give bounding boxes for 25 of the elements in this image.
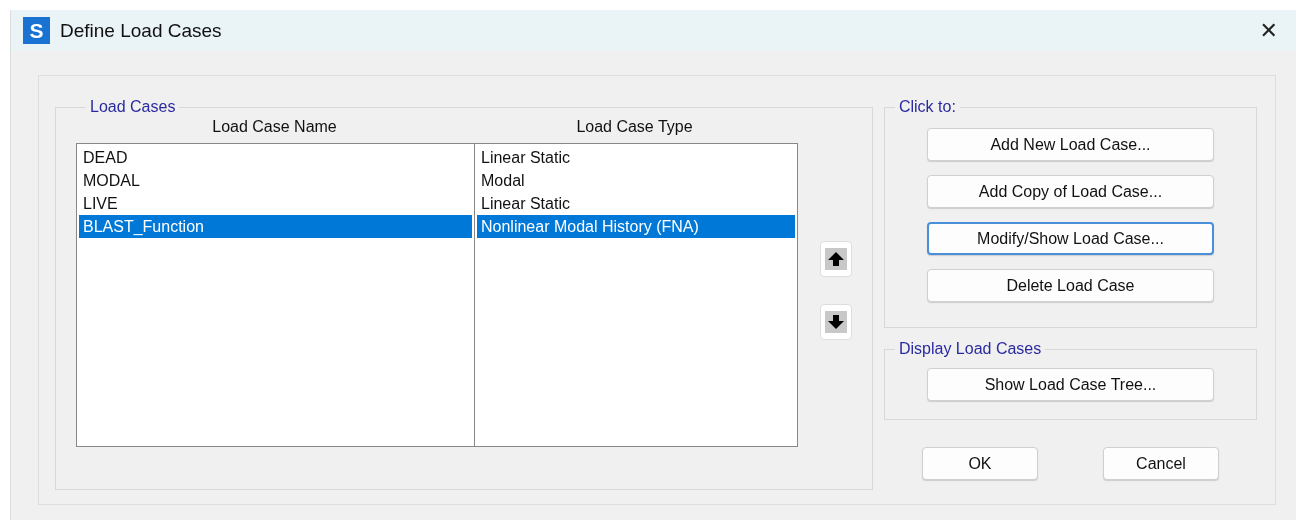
move-down-button[interactable] — [820, 304, 852, 340]
action-button[interactable]: Add Copy of Load Case... — [926, 175, 1214, 208]
action-button[interactable]: Delete Load Case — [926, 269, 1214, 302]
list-item[interactable]: Nonlinear Modal History (FNA) — [477, 215, 795, 238]
list-item[interactable]: Linear Static — [477, 192, 795, 215]
cancel-button[interactable]: Cancel — [1103, 447, 1219, 480]
group-title: Load Cases — [89, 98, 177, 116]
close-button[interactable]: ✕ — [1253, 18, 1284, 43]
column-header: Load Case Type — [575, 118, 694, 137]
list-item[interactable]: Linear Static — [477, 146, 795, 169]
group-title: Click to: — [897, 98, 957, 116]
window-title: Define Load Cases — [60, 19, 223, 42]
list-item[interactable]: DEAD — [79, 146, 472, 169]
group-title: Display Load Cases — [897, 340, 1043, 358]
column-header: Load Case Name — [211, 118, 338, 137]
ok-button[interactable]: OK — [921, 447, 1038, 480]
list-item[interactable]: Modal — [477, 169, 795, 192]
action-button[interactable]: Show Load Case Tree... — [926, 368, 1214, 401]
action-button[interactable]: Modify/Show Load Case... — [926, 222, 1214, 255]
list-item[interactable]: BLAST_Function — [79, 215, 472, 238]
list-item[interactable]: LIVE — [79, 192, 472, 215]
list-item[interactable]: MODAL — [79, 169, 472, 192]
move-up-button[interactable] — [820, 241, 852, 277]
action-button[interactable]: Add New Load Case... — [926, 128, 1214, 161]
app-logo: S — [23, 17, 50, 44]
